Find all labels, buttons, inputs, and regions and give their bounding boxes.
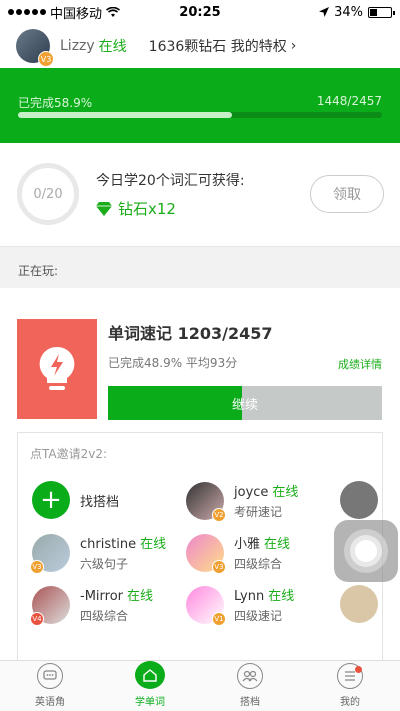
signal-icon (8, 9, 46, 15)
partner-item[interactable]: V1 Lynn 在线 四级速记 (186, 585, 294, 626)
current-game-card: 单词速记 1203/2457 已完成48.9% 平均93分 成绩详情 继续 点T… (0, 288, 400, 660)
avatar: V3 (30, 533, 70, 574)
continue-button[interactable]: 继续 (108, 386, 382, 420)
continue-label: 继续 (231, 397, 258, 413)
avatar[interactable] (340, 585, 378, 623)
completed-label: 已完成58.9% (18, 96, 93, 110)
word-count: 1448/2457 (316, 94, 382, 108)
invite-panel: 点TA邀请2v2: + 找搭档 V2 joyce 在线 考研速记 V3 chris… (17, 432, 383, 660)
wifi-icon (106, 6, 121, 17)
partner-icon (237, 663, 263, 689)
avatar[interactable] (340, 481, 378, 519)
chat-icon (37, 663, 63, 689)
notification-dot (355, 666, 362, 673)
vocab-progress-bar (18, 112, 382, 118)
daily-goal-card: 0/20 今日学20个词汇可获得: 钻石x12 领取 (0, 143, 400, 247)
plus-icon: + (32, 481, 70, 519)
invite-title: 点TA邀请2v2: (30, 447, 108, 461)
game-title: 单词速记 1203/2457 (108, 324, 273, 343)
game-subtitle: 已完成48.9% 平均93分 (108, 356, 238, 370)
game-icon[interactable] (17, 319, 97, 419)
score-details-link[interactable]: 成绩详情 (338, 356, 382, 372)
partner-item[interactable]: V2 joyce 在线 考研速记 (186, 481, 298, 522)
tab-english-corner[interactable]: 英语角 (0, 661, 100, 711)
online-status: 在线 (98, 39, 127, 55)
tab-learn-words[interactable]: 学单词 (100, 661, 200, 711)
profile-header: V3 Lizzy 在线 1636颗钻石 我的特权 › (0, 24, 400, 68)
section-label: 正在玩: (0, 248, 400, 288)
partner-item[interactable]: V3 小雅 在线 四级综合 (186, 533, 290, 574)
tab-me[interactable]: 我的 (300, 661, 400, 711)
home-icon (135, 661, 165, 689)
tab-partner[interactable]: 搭档 (200, 661, 300, 711)
avatar: V4 (30, 585, 70, 626)
daily-goal-text: 今日学20个词汇可获得: (96, 173, 245, 189)
partner-item[interactable]: V4 -Mirror 在线 四级综合 (30, 585, 153, 626)
find-partner-label: 找搭档 (80, 494, 120, 510)
diamond-icon (96, 201, 112, 216)
reward-text: 钻石x12 (118, 200, 176, 218)
location-arrow-icon (319, 7, 330, 17)
reward-row: 钻石x12 (96, 198, 176, 219)
claim-button[interactable]: 领取 (310, 175, 384, 213)
status-bar: 中国移动 20:25 34% (0, 0, 400, 24)
find-partner-button[interactable]: + 找搭档 (32, 481, 119, 519)
daily-progress-ring: 0/20 (17, 163, 79, 225)
assistive-touch-button[interactable] (334, 520, 398, 582)
vocab-progress-fill (18, 112, 233, 118)
battery-icon (368, 6, 395, 18)
partner-item[interactable]: V3 christine 在线 六级句子 (30, 533, 166, 574)
battery-percent: 34% (334, 4, 363, 20)
clock: 20:25 (179, 4, 221, 20)
avatar: V2 (186, 481, 226, 522)
level-badge: V3 (38, 51, 54, 67)
tab-bar: 英语角 学单词 搭档 我的 (0, 660, 400, 711)
carrier-label: 中国移动 (50, 6, 103, 22)
avatar[interactable]: V3 (16, 29, 54, 67)
diamond-privilege-link[interactable]: 1636颗钻石 我的特权 (149, 36, 287, 56)
chevron-right-icon: › (290, 38, 297, 54)
lightbulb-icon (39, 346, 75, 390)
avatar: V3 (186, 533, 226, 574)
avatar: V1 (186, 585, 226, 626)
vocab-progress-panel: 已完成58.9% 1448/2457 (0, 68, 400, 143)
username: Lizzy (60, 38, 95, 54)
